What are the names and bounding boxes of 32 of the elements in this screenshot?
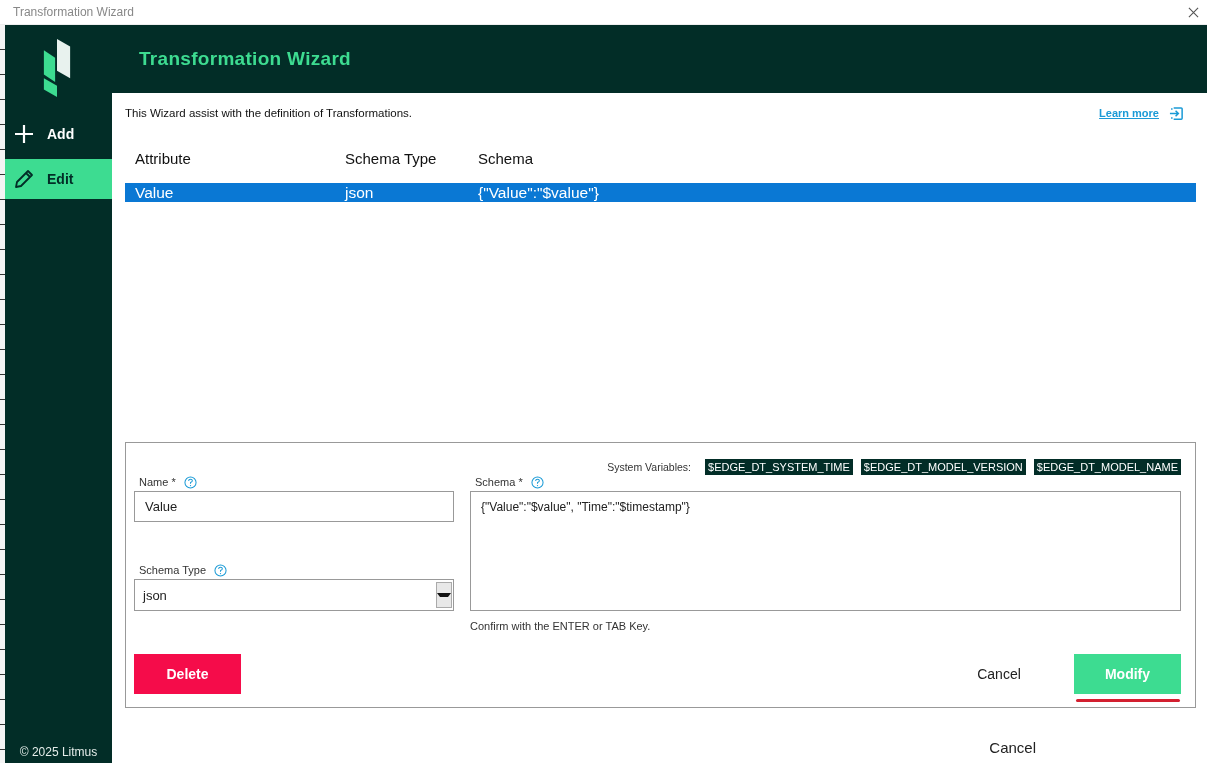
column-header: Attribute	[134, 149, 192, 167]
field-label: Schema Type	[139, 564, 207, 576]
window-title: Transformation Wizard	[13, 5, 135, 19]
close-icon[interactable]	[1188, 6, 1199, 18]
intro-text: This Wizard assist with the definition of Transformations.	[125, 107, 412, 119]
name-field[interactable]: Value	[134, 491, 454, 522]
schema-type-dropdown[interactable]: json	[134, 579, 454, 611]
help-icon[interactable]	[214, 563, 228, 577]
variable-chip[interactable]: $EDGE_DT_MODEL_VERSION	[860, 459, 1026, 475]
cancel-button[interactable]: Cancel	[954, 654, 1044, 694]
exit-icon[interactable]	[1169, 105, 1184, 121]
column-header: Schema	[477, 149, 534, 167]
variable-chip[interactable]: $EDGE_DT_SYSTEM_TIME	[705, 459, 853, 475]
copyright-text: © 2025 Litmus	[18, 745, 99, 761]
logo-icon	[42, 37, 72, 97]
system-variables-label: System Variables:	[607, 461, 691, 473]
wizard-title: Transformation Wizard	[139, 48, 351, 70]
cancel-button[interactable]: Cancel	[979, 735, 1046, 760]
plus-icon	[14, 124, 34, 144]
pencil-icon	[14, 169, 34, 189]
field-label: Schema *	[475, 476, 523, 488]
hint-text: Confirm with the ENTER or TAB Key.	[470, 620, 652, 632]
delete-button[interactable]: Delete	[134, 654, 241, 694]
variable-chip[interactable]: $EDGE_DT_MODEL_NAME	[1033, 459, 1181, 475]
help-icon[interactable]	[530, 475, 544, 489]
table-row[interactable]: Value json {"Value":"$value"}	[125, 183, 1196, 202]
nav-item[interactable]: Add	[5, 114, 112, 154]
schema-field[interactable]: {"Value":"$value", "Time":"$timestamp"}	[470, 491, 1181, 611]
nav-item[interactable]: Edit	[5, 159, 112, 199]
field-label: Name *	[139, 476, 176, 488]
column-header: Schema Type	[344, 149, 438, 167]
help-icon[interactable]	[183, 475, 197, 489]
